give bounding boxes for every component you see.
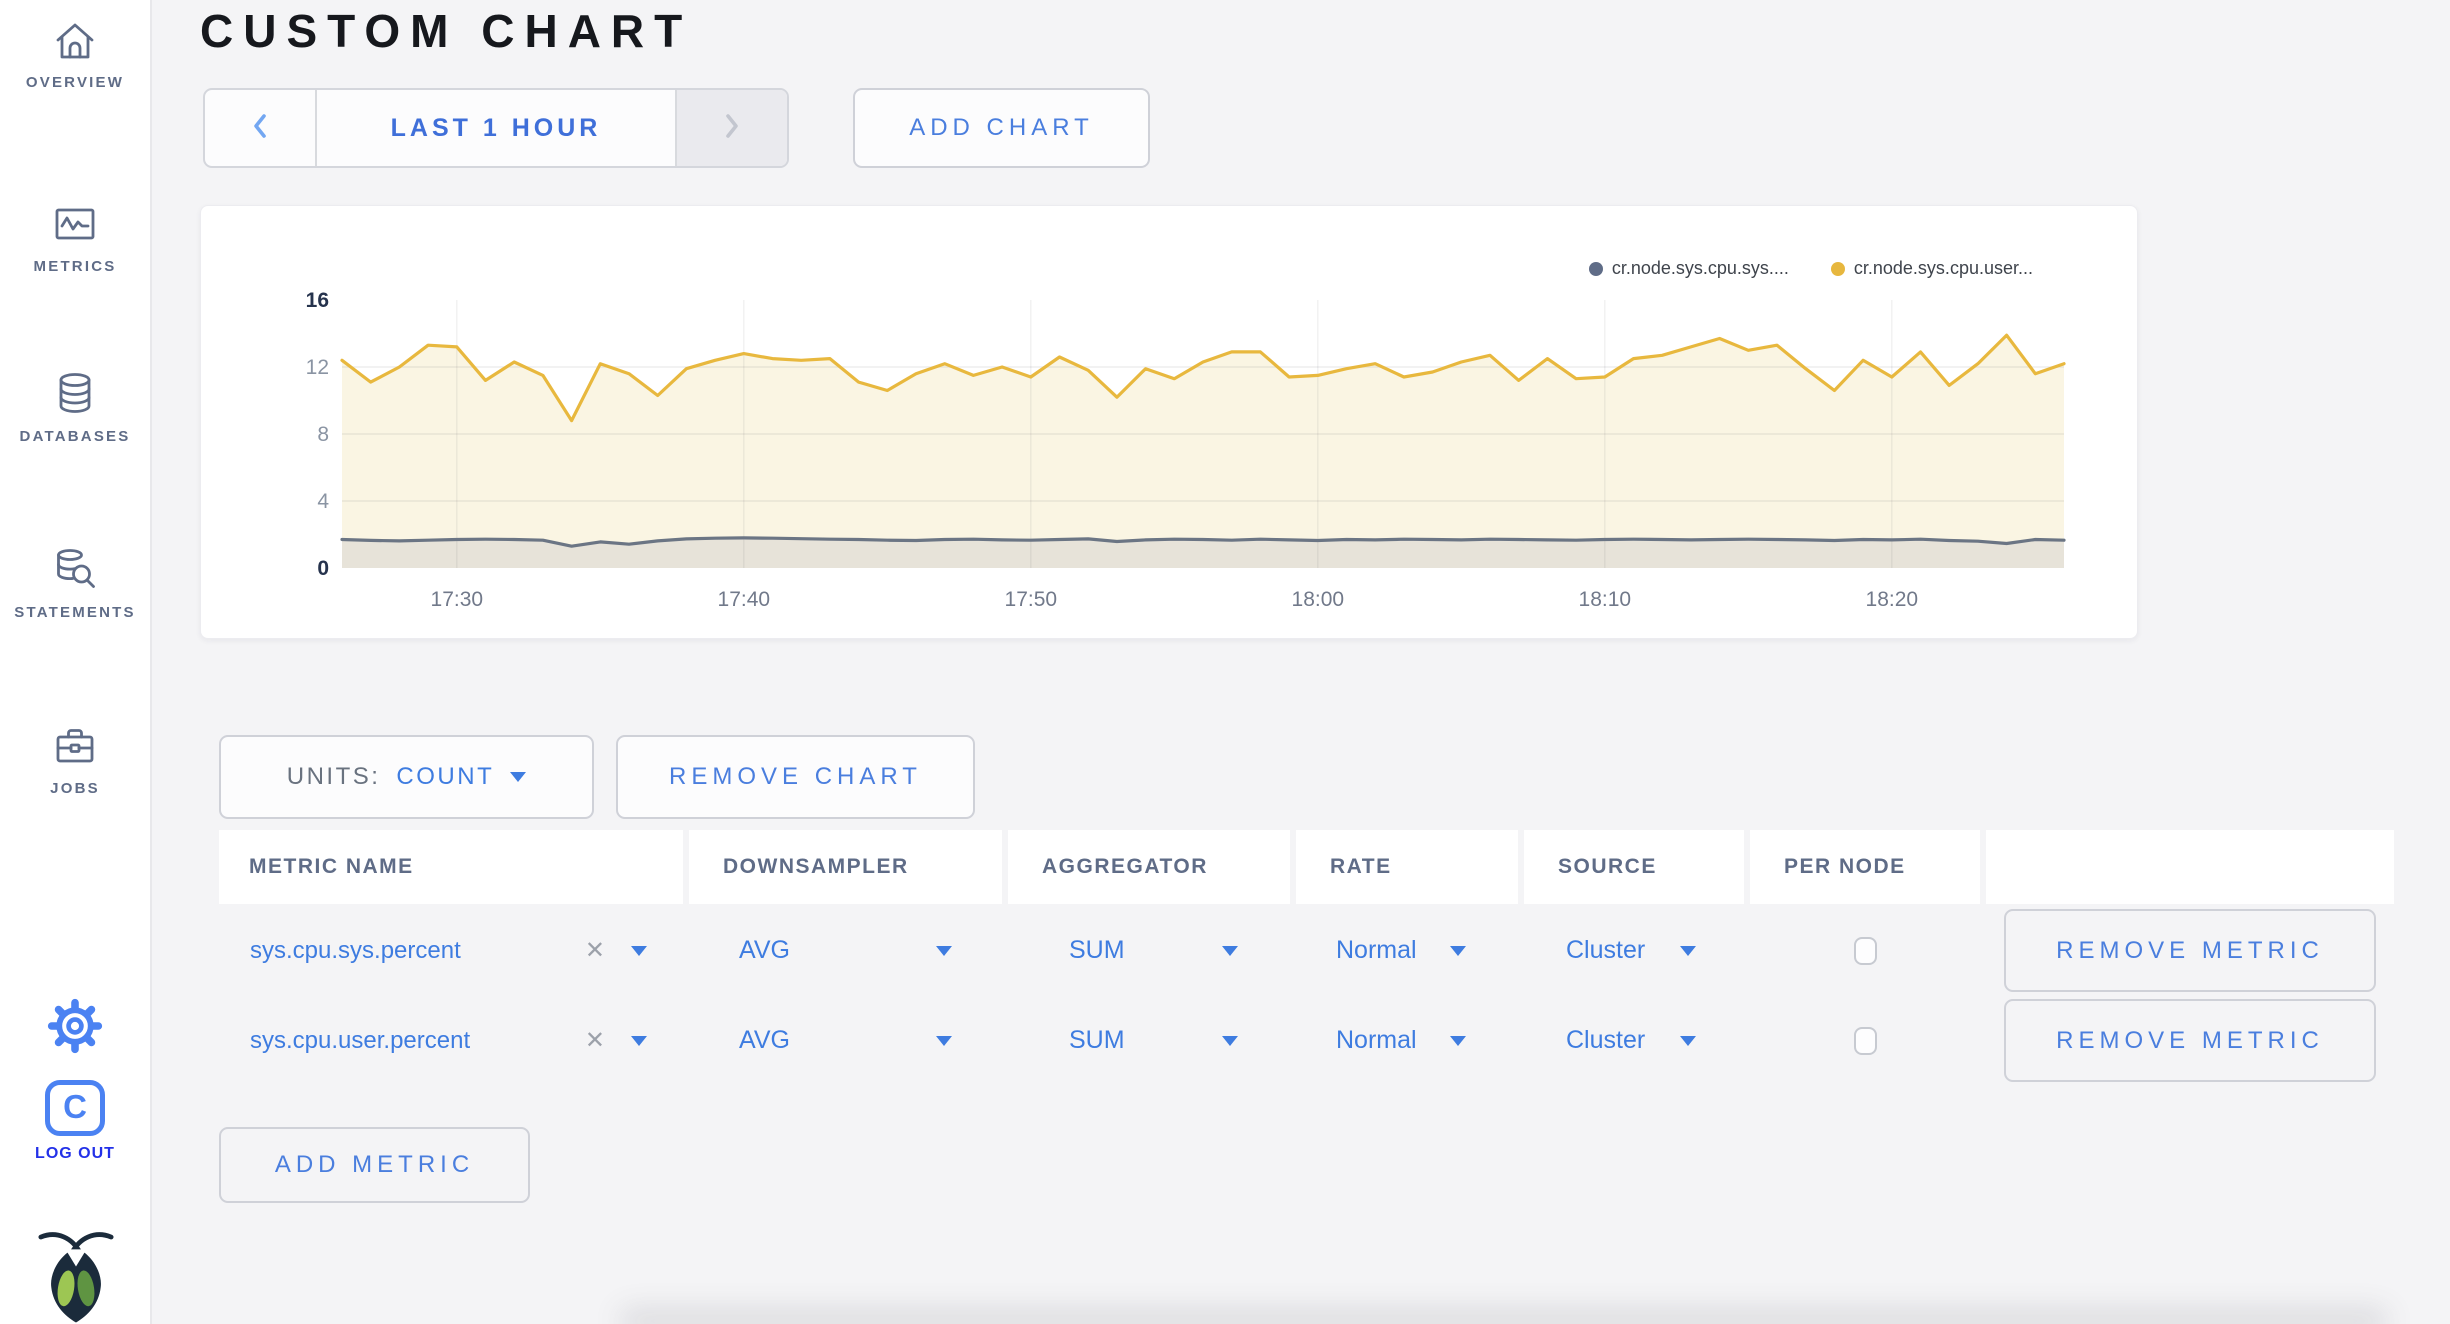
svg-text:8: 8: [317, 423, 329, 446]
sidebar-item-label: STATEMENTS: [14, 604, 136, 621]
time-range-label: LAST 1 HOUR: [390, 113, 602, 142]
column-header-downsampler: DOWNSAMPLER: [689, 830, 1002, 904]
legend-dot-sys: [1588, 261, 1603, 276]
legend-label-user: cr.node.sys.cpu.user...: [1853, 258, 2033, 278]
chevron-down-icon: [1222, 945, 1238, 956]
aggregator-dropdown[interactable]: SUM: [1008, 909, 1290, 992]
metric-name-value: sys.cpu.user.percent: [250, 1026, 471, 1054]
svg-text:17:40: 17:40: [718, 588, 771, 611]
chart-legend: cr.node.sys.cpu.sys.... cr.node.sys.cpu.…: [1588, 258, 2033, 279]
metric-row: sys.cpu.sys.percent ✕ AVG SUM Normal Clu…: [219, 909, 2394, 992]
time-range-dropdown[interactable]: LAST 1 HOUR: [315, 90, 677, 166]
remove-chart-label: REMOVE CHART: [669, 763, 922, 790]
sidebar-item-label: METRICS: [33, 258, 117, 275]
sidebar-item-databases[interactable]: DATABASES: [0, 370, 150, 445]
remove-chart-button[interactable]: REMOVE CHART: [616, 735, 975, 819]
column-header-aggregator: AGGREGATOR: [1008, 830, 1290, 904]
chevron-down-icon: [631, 945, 647, 956]
c-logo-letter: C: [63, 1088, 87, 1125]
chevron-down-icon: [1680, 1035, 1696, 1046]
column-header-actions: [1986, 830, 2394, 904]
logout-button[interactable]: C LOG OUT: [0, 1080, 150, 1163]
chevron-right-icon: [724, 113, 740, 144]
chevron-left-icon: [252, 113, 268, 144]
chart-card: 0 4 8 12 16 17:30 17:40 17:50 18:00 18:10 18:20 cr…: [200, 205, 2138, 639]
clear-metric-icon[interactable]: ✕: [585, 1028, 605, 1053]
sidebar-item-label: OVERVIEW: [25, 74, 125, 91]
add-chart-button[interactable]: ADD CHART: [853, 88, 1150, 168]
svg-text:18:10: 18:10: [1579, 588, 1632, 611]
add-metric-button[interactable]: ADD METRIC: [219, 1127, 530, 1203]
svg-text:17:30: 17:30: [431, 588, 484, 611]
svg-text:18:20: 18:20: [1866, 588, 1919, 611]
chevron-down-icon: [1680, 945, 1696, 956]
metrics-icon: [51, 202, 99, 246]
chevron-down-icon: [1450, 1035, 1466, 1046]
chevron-down-icon: [936, 945, 952, 956]
sidebar-item-label: JOBS: [50, 780, 100, 797]
column-header-per-node: PER NODE: [1750, 830, 1980, 904]
chevron-down-icon: [936, 1035, 952, 1046]
time-range-selector: LAST 1 HOUR: [203, 88, 789, 168]
svg-text:16: 16: [306, 289, 329, 312]
logout-label: LOG OUT: [35, 1145, 115, 1162]
svg-text:18:00: 18:00: [1292, 588, 1345, 611]
custom-chart-page: OVERVIEW METRICS DATABASES STATEMENTS JO…: [0, 0, 2450, 1324]
legend-dot-user: [1830, 261, 1845, 276]
chevron-down-icon: [1450, 945, 1466, 956]
sidebar: OVERVIEW METRICS DATABASES STATEMENTS JO…: [0, 0, 152, 1324]
database-icon: [51, 370, 99, 416]
source-dropdown[interactable]: Cluster: [1524, 909, 1744, 992]
rate-dropdown[interactable]: Normal: [1296, 909, 1518, 992]
units-dropdown[interactable]: UNITS: COUNT: [219, 735, 594, 819]
downsampler-dropdown[interactable]: AVG: [689, 909, 1002, 992]
sidebar-item-jobs[interactable]: JOBS: [0, 724, 150, 797]
remove-metric-button[interactable]: REMOVE METRIC: [2004, 909, 2376, 992]
column-header-source: SOURCE: [1524, 830, 1744, 904]
add-metric-label: ADD METRIC: [274, 1151, 475, 1178]
units-label: UNITS:: [286, 763, 381, 790]
settings-gear-icon[interactable]: [47, 998, 103, 1054]
briefcase-icon: [51, 724, 99, 768]
metrics-table-header: METRIC NAME DOWNSAMPLER AGGREGATOR RATE …: [219, 830, 2394, 904]
statements-icon: [51, 546, 99, 592]
sidebar-item-metrics[interactable]: METRICS: [0, 202, 150, 275]
source-dropdown[interactable]: Cluster: [1524, 999, 1744, 1082]
home-icon: [51, 18, 99, 62]
column-header-metric-name: METRIC NAME: [219, 830, 683, 904]
metric-name-dropdown[interactable]: sys.cpu.user.percent ✕: [219, 999, 683, 1082]
chevron-down-icon: [510, 772, 527, 782]
per-node-checkbox[interactable]: [1853, 936, 1877, 965]
svg-text:12: 12: [306, 356, 329, 379]
time-range-prev-button[interactable]: [205, 90, 315, 166]
svg-text:17:50: 17:50: [1005, 588, 1058, 611]
legend-item-user[interactable]: cr.node.sys.cpu.user...: [1830, 258, 2033, 279]
chevron-down-icon: [1222, 1035, 1238, 1046]
chevron-down-icon: [631, 1035, 647, 1046]
per-node-checkbox[interactable]: [1853, 1026, 1877, 1055]
remove-metric-button[interactable]: REMOVE METRIC: [2004, 999, 2376, 1082]
legend-label-sys: cr.node.sys.cpu.sys....: [1611, 258, 1789, 278]
svg-text:0: 0: [317, 557, 329, 580]
clear-metric-icon[interactable]: ✕: [585, 938, 605, 963]
metric-name-dropdown[interactable]: sys.cpu.sys.percent ✕: [219, 909, 683, 992]
sidebar-item-label: DATABASES: [19, 428, 131, 445]
svg-text:4: 4: [317, 490, 329, 513]
units-value: COUNT: [396, 763, 495, 790]
add-chart-label: ADD CHART: [909, 114, 1094, 141]
sidebar-item-overview[interactable]: OVERVIEW: [0, 18, 150, 91]
sidebar-item-statements[interactable]: STATEMENTS: [0, 546, 150, 621]
aggregator-dropdown[interactable]: SUM: [1008, 999, 1290, 1082]
metric-name-value: sys.cpu.sys.percent: [250, 936, 461, 964]
time-range-next-button[interactable]: [677, 90, 787, 166]
metric-row: sys.cpu.user.percent ✕ AVG SUM Normal Cl…: [219, 999, 2394, 1082]
page-title: CUSTOM CHART: [200, 5, 693, 57]
column-header-rate: RATE: [1296, 830, 1518, 904]
cockroach-c-logo: C: [45, 1080, 105, 1136]
downsampler-dropdown[interactable]: AVG: [689, 999, 1002, 1082]
rate-dropdown[interactable]: Normal: [1296, 999, 1518, 1082]
cockroach-bug-logo: [38, 1228, 114, 1324]
legend-item-sys[interactable]: cr.node.sys.cpu.sys....: [1588, 258, 1789, 279]
